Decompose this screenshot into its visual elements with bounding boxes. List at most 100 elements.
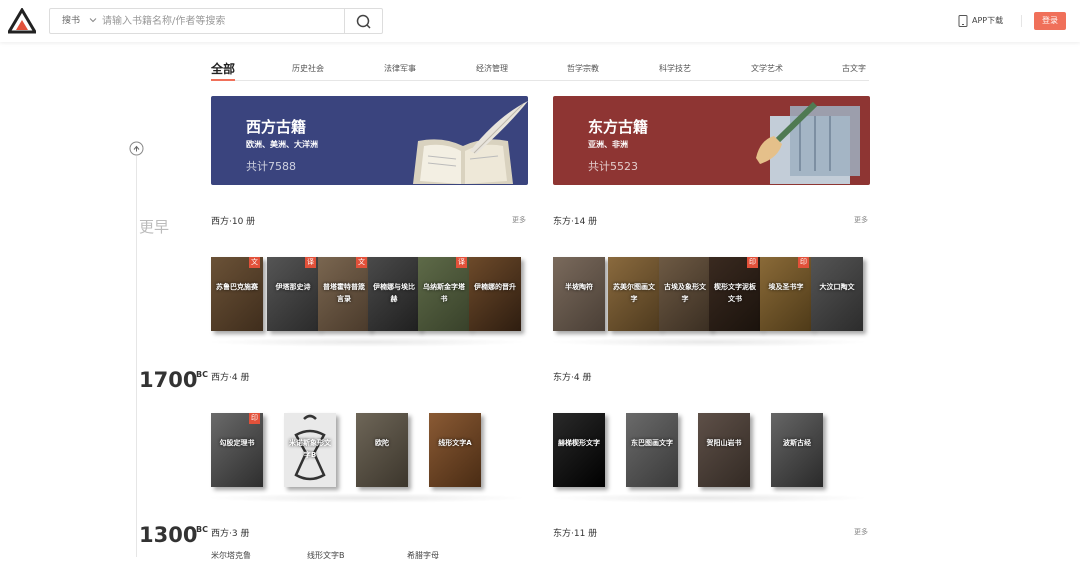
era-suffix: BC xyxy=(196,525,208,534)
book-cover[interactable]: 大汶口陶文 xyxy=(811,257,863,331)
search-icon xyxy=(356,14,371,29)
book-title: 乌纳斯金字塔书 xyxy=(423,283,465,303)
section-title: 东方·11 册 xyxy=(553,529,598,539)
banner-title: 东方古籍 xyxy=(588,118,649,136)
more-link[interactable]: 更多 xyxy=(512,215,526,225)
book-cover[interactable]: 文 苏鲁巴克施赛 xyxy=(211,257,263,331)
book-cover[interactable]: 伊楠娜的晋升 xyxy=(469,257,521,331)
book-badge: 文 xyxy=(249,257,260,268)
shelf-shadow xyxy=(205,493,528,503)
phone-icon xyxy=(958,15,968,27)
chevron-down-icon[interactable] xyxy=(89,16,97,24)
book-cover[interactable]: 苏美尔图画文字 xyxy=(608,257,660,331)
category-tabs: 全部 历史社会 法律军事 经济管理 哲学宗教 科学技艺 文学艺术 古文字 xyxy=(211,60,869,81)
search-input[interactable] xyxy=(102,12,338,30)
shelf-shadow xyxy=(547,337,870,347)
section-title: 西方·4 册 xyxy=(211,373,250,383)
book-cover[interactable]: 贺阳山岩书 xyxy=(698,413,750,487)
book-cover[interactable]: 欧陀 xyxy=(356,413,408,487)
book-title: 线形文字A xyxy=(438,439,472,447)
banner-subtitle: 亚洲、非洲 xyxy=(588,140,628,149)
tab-law-military[interactable]: 法律军事 xyxy=(384,60,416,78)
more-link[interactable]: 更多 xyxy=(854,215,868,225)
header-divider xyxy=(1021,15,1022,27)
era-year-1700[interactable]: 1700 xyxy=(139,368,197,392)
book-title: 伊塔那史诗 xyxy=(275,283,311,291)
book-badge: 印 xyxy=(747,257,758,268)
tab-history-society[interactable]: 历史社会 xyxy=(292,60,324,78)
app-download-link[interactable]: APP下载 xyxy=(958,13,1003,29)
book-title: 苏美尔图画文字 xyxy=(613,283,655,303)
search-button[interactable] xyxy=(344,9,382,33)
book-title: 普塔霍特普箴言录 xyxy=(323,283,365,303)
book-badge: 译 xyxy=(305,257,316,268)
banner-count: 共计5523 xyxy=(588,160,638,173)
book-title: 楔形文字泥板文书 xyxy=(714,283,756,303)
banner-count: 共计7588 xyxy=(246,160,296,173)
scroll-up-icon[interactable] xyxy=(129,141,144,156)
book-cover[interactable]: 文 普塔霍特普箴言录 xyxy=(318,257,370,331)
book-title: 波斯古经 xyxy=(783,439,811,447)
open-book-quill-icon xyxy=(413,101,528,184)
book-badge: 文 xyxy=(356,257,367,268)
book-title: 半坡陶符 xyxy=(565,283,593,291)
book-cover[interactable]: 东巴图画文字 xyxy=(626,413,678,487)
section-title: 西方·10 册 xyxy=(211,217,256,227)
top-header: 搜书 APP下载 登录 xyxy=(0,0,1080,42)
book-cover[interactable]: 米诺斯象形文字B xyxy=(284,413,336,487)
banner-eastern-classics[interactable]: 东方古籍 亚洲、非洲 共计5523 xyxy=(553,96,870,185)
era-year-1300[interactable]: 1300 xyxy=(139,523,197,547)
book-title: 欧陀 xyxy=(375,439,389,447)
tab-philosophy[interactable]: 哲学宗教 xyxy=(567,60,599,78)
shelf-shadow xyxy=(547,493,870,503)
book-title: 古埃及象形文字 xyxy=(664,283,706,303)
book-cover[interactable]: 译 伊塔那史诗 xyxy=(267,257,319,331)
book-cover[interactable]: 印 埃及圣书字 xyxy=(760,257,812,331)
book-title[interactable]: 希腊字母 xyxy=(407,550,439,561)
book-title: 苏鲁巴克施赛 xyxy=(216,283,258,291)
book-title: 东巴图画文字 xyxy=(631,439,673,447)
book-cover[interactable]: 译 乌纳斯金字塔书 xyxy=(418,257,470,331)
section-title: 西方·3 册 xyxy=(211,529,250,539)
book-cover[interactable]: 线形文字A xyxy=(429,413,481,487)
book-title[interactable]: 线形文字B xyxy=(307,550,345,561)
tab-ancient-scripts[interactable]: 古文字 xyxy=(842,60,866,78)
tab-science[interactable]: 科学技艺 xyxy=(659,60,691,78)
book-title: 埃及圣书字 xyxy=(768,283,804,291)
book-title: 米诺斯象形文字B xyxy=(289,439,331,459)
book-badge: 译 xyxy=(456,257,467,268)
era-suffix: BC xyxy=(196,370,208,379)
book-badge: 印 xyxy=(798,257,809,268)
era-label-early[interactable]: 更早 xyxy=(139,216,169,237)
timeline-line xyxy=(136,156,137,557)
section-title: 东方·4 册 xyxy=(553,373,592,383)
shelf-shadow xyxy=(205,337,528,347)
book-cover[interactable]: 伊楠娜与埃比赫 xyxy=(368,257,420,331)
book-cover[interactable]: 古埃及象形文字 xyxy=(659,257,711,331)
login-button[interactable]: 登录 xyxy=(1034,12,1066,30)
app-download-label: APP下载 xyxy=(972,16,1004,25)
banner-subtitle: 欧洲、美洲、大洋洲 xyxy=(246,140,318,149)
book-cover[interactable]: 印 楔形文字泥板文书 xyxy=(709,257,761,331)
search-bar: 搜书 xyxy=(49,8,383,34)
book-title: 伊楠娜与埃比赫 xyxy=(373,283,415,303)
book-title[interactable]: 米尔塔克鲁 xyxy=(211,550,251,561)
book-cover[interactable]: 波斯古经 xyxy=(771,413,823,487)
book-cover[interactable]: 半坡陶符 xyxy=(553,257,605,331)
scroll-brush-icon xyxy=(756,101,860,184)
banner-title: 西方古籍 xyxy=(246,118,307,136)
tab-literature[interactable]: 文学艺术 xyxy=(751,60,783,78)
book-title: 勾股定理书 xyxy=(219,439,255,447)
book-badge: 印 xyxy=(249,413,260,424)
search-type-select[interactable]: 搜书 xyxy=(62,9,80,33)
tab-all[interactable]: 全部 xyxy=(211,60,236,81)
book-cover[interactable]: 赫梯楔形文字 xyxy=(553,413,605,487)
section-title: 东方·14 册 xyxy=(553,217,598,227)
book-title: 伊楠娜的晋升 xyxy=(474,283,516,291)
more-link[interactable]: 更多 xyxy=(854,527,868,537)
banner-western-classics[interactable]: 西方古籍 欧洲、美洲、大洋洲 共计7588 xyxy=(211,96,528,185)
book-title: 大汶口陶文 xyxy=(819,283,855,291)
tab-economy[interactable]: 经济管理 xyxy=(476,60,508,78)
book-cover[interactable]: 印 勾股定理书 xyxy=(211,413,263,487)
logo-icon[interactable] xyxy=(6,7,38,34)
